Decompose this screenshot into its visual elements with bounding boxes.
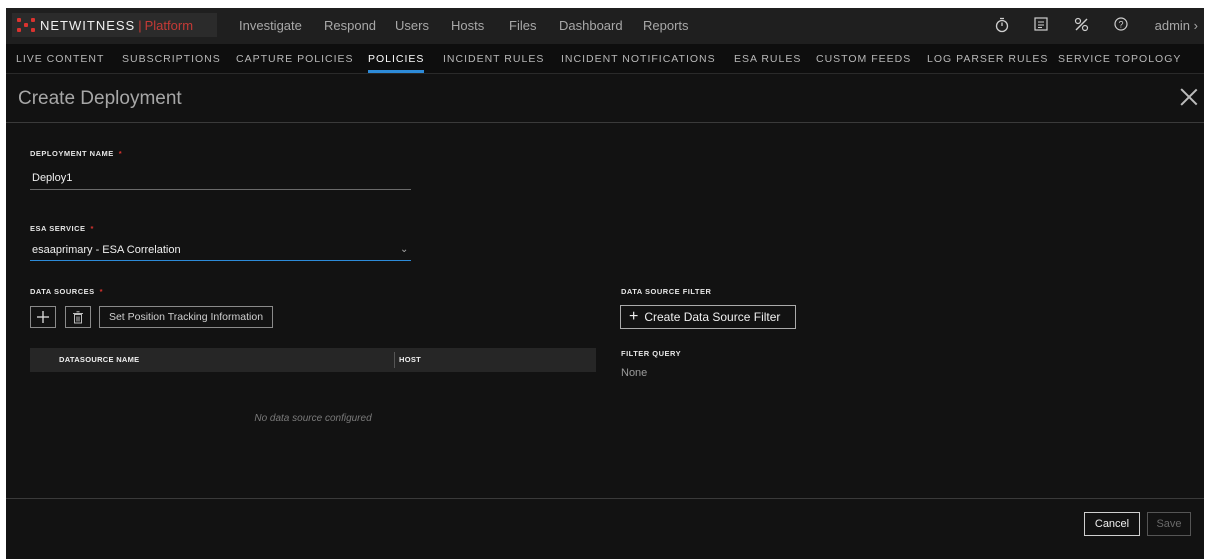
product-name: Platform <box>144 17 194 33</box>
esa-service-select[interactable]: esaaprimary - ESA Correlation <box>32 244 181 256</box>
tab-incident-notifications[interactable]: INCIDENT NOTIFICATIONS <box>561 44 716 74</box>
column-divider <box>394 352 395 368</box>
tab-policies[interactable]: POLICIES <box>368 44 425 74</box>
cancel-button[interactable]: Cancel <box>1084 512 1140 536</box>
save-button[interactable]: Save <box>1147 512 1191 536</box>
svg-text:?: ? <box>1118 20 1123 30</box>
add-data-source-button[interactable] <box>30 306 56 328</box>
plus-icon: + <box>629 308 639 325</box>
top-bar: NETWITNESS | Platform Investigate Respon… <box>6 8 1204 44</box>
nav-reports[interactable]: Reports <box>643 8 689 44</box>
nav-hosts[interactable]: Hosts <box>451 8 484 44</box>
app-window: NETWITNESS | Platform Investigate Respon… <box>6 8 1204 559</box>
required-marker: * <box>118 149 123 158</box>
tab-live-content[interactable]: LIVE CONTENT <box>16 44 104 74</box>
timer-icon[interactable] <box>993 17 1011 35</box>
column-host[interactable]: HOST <box>399 348 421 372</box>
esa-service-underline <box>30 260 411 261</box>
tab-service-topology[interactable]: SERVICE TOPOLOGY <box>1058 44 1181 74</box>
help-icon[interactable]: ? <box>1112 17 1130 35</box>
esa-service-label-text: ESA SERVICE <box>30 224 86 233</box>
nav-investigate[interactable]: Investigate <box>239 8 302 44</box>
logo-mark-icon <box>17 18 35 32</box>
chevron-down-icon[interactable]: ⌄ <box>400 244 408 255</box>
tab-esa-rules[interactable]: ESA RULES <box>734 44 801 74</box>
page-title: Create Deployment <box>18 88 182 109</box>
required-marker: * <box>90 224 94 233</box>
deployment-name-label-text: DEPLOYMENT NAME <box>30 149 114 158</box>
deployment-name-underline <box>30 189 411 190</box>
table-empty-message: No data source configured <box>254 413 372 424</box>
create-filter-label: Create Data Source Filter <box>644 310 781 324</box>
footer-divider <box>6 498 1204 499</box>
brand-name: NETWITNESS <box>40 17 136 33</box>
tab-incident-rules[interactable]: INCIDENT RULES <box>443 44 544 74</box>
tools-icon[interactable] <box>1072 17 1090 35</box>
nav-files[interactable]: Files <box>509 8 536 44</box>
esa-service-label: ESA SERVICE * <box>30 224 94 233</box>
required-marker: * <box>99 287 104 296</box>
close-icon[interactable] <box>1180 88 1198 106</box>
user-menu[interactable]: admin › <box>1155 8 1198 44</box>
chevron-right-icon: › <box>1193 18 1198 33</box>
tab-subscriptions[interactable]: SUBSCRIPTIONS <box>122 44 221 74</box>
create-data-source-filter-button[interactable]: + Create Data Source Filter <box>620 305 796 329</box>
deployment-name-label: DEPLOYMENT NAME * <box>30 149 122 158</box>
data-sources-table-header: DATASOURCE NAME HOST <box>30 348 596 372</box>
filter-query-value: None <box>621 367 648 379</box>
filter-query-label: FILTER QUERY <box>621 349 682 358</box>
trash-icon <box>73 310 83 323</box>
delete-data-source-button[interactable] <box>65 306 91 328</box>
deployment-name-input[interactable]: Deploy1 <box>32 172 72 184</box>
tab-custom-feeds[interactable]: CUSTOM FEEDS <box>816 44 911 74</box>
set-position-tracking-button[interactable]: Set Position Tracking Information <box>99 306 273 328</box>
nav-dashboard[interactable]: Dashboard <box>559 8 623 44</box>
data-sources-label-text: DATA SOURCES <box>30 287 95 296</box>
clipboard-icon[interactable] <box>1032 17 1050 35</box>
tab-capture-policies[interactable]: CAPTURE POLICIES <box>236 44 354 74</box>
netwitness-logo[interactable]: NETWITNESS | Platform <box>12 13 217 37</box>
set-position-tracking-label: Set Position Tracking Information <box>108 311 264 323</box>
nav-users[interactable]: Users <box>395 8 429 44</box>
data-source-filter-label: DATA SOURCE FILTER <box>621 287 712 296</box>
data-sources-label: DATA SOURCES * <box>30 287 103 296</box>
plus-icon <box>37 311 49 323</box>
sub-navigation: LIVE CONTENT SUBSCRIPTIONS CAPTURE POLIC… <box>6 44 1204 74</box>
tab-log-parser-rules[interactable]: LOG PARSER RULES <box>927 44 1048 74</box>
column-datasource-name[interactable]: DATASOURCE NAME <box>59 348 139 372</box>
user-name: admin <box>1154 18 1191 33</box>
logo-separator: | <box>138 17 142 33</box>
header-divider <box>6 122 1204 123</box>
nav-respond[interactable]: Respond <box>324 8 376 44</box>
